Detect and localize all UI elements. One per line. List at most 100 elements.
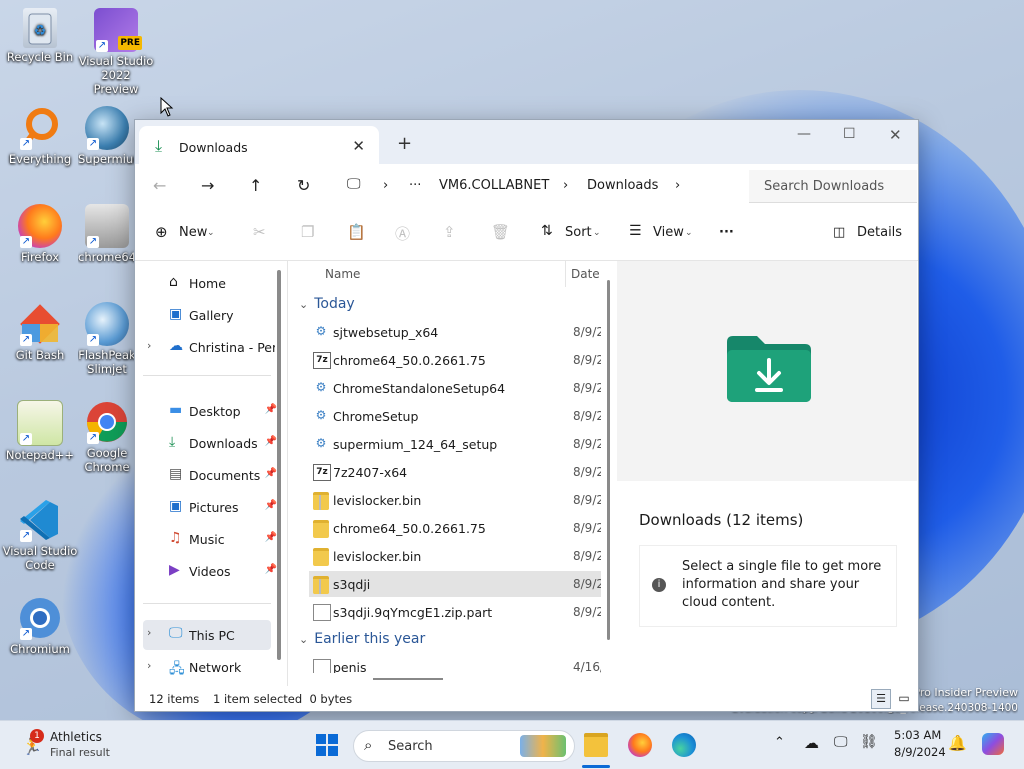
- file-row[interactable]: 7z chrome64_50.0.2661.75 8/9/2: [309, 347, 601, 373]
- close-window-button[interactable]: ✕: [889, 126, 902, 144]
- file-row[interactable]: ⚙ ChromeSetup 8/9/2: [309, 403, 601, 429]
- sidebar-item-music[interactable]: ♫ Music 📌: [143, 525, 277, 553]
- date-column-header[interactable]: Date: [571, 267, 600, 281]
- file-row[interactable]: levislocker.bin 8/9/2: [309, 487, 601, 513]
- start-button[interactable]: [315, 733, 339, 757]
- chevron-up-icon[interactable]: ⌃: [774, 735, 785, 750]
- file-row[interactable]: ⚙ ChromeStandaloneSetup64 8/9/2: [309, 375, 601, 401]
- sidebar-item-pictures[interactable]: ▣ Pictures 📌: [143, 493, 277, 521]
- group-header-today[interactable]: ⌄ Today: [299, 296, 355, 312]
- name-column-header[interactable]: Name: [325, 267, 360, 281]
- paste-icon[interactable]: 📋: [347, 223, 366, 241]
- sidebar-item-videos[interactable]: ▶ Videos 📌: [143, 557, 277, 585]
- details-view-button[interactable]: ☰: [871, 689, 891, 709]
- file-row[interactable]: 7z 7z2407-x64 8/9/2: [309, 459, 601, 485]
- desktop-icon-google-chrome[interactable]: ↗ Google Chrome: [78, 400, 136, 474]
- file-row[interactable]: s3qdji.9qYmcgE1.zip.part 8/9/2: [309, 599, 601, 625]
- chevron-right-icon[interactable]: ›: [675, 178, 680, 193]
- new-button[interactable]: New: [179, 225, 207, 240]
- tab-downloads[interactable]: ⤓ Downloads ✕: [139, 126, 379, 164]
- back-button[interactable]: ←: [153, 176, 166, 195]
- more-breadcrumbs-button[interactable]: ···: [409, 178, 421, 193]
- file-row[interactable]: chrome64_50.0.2661.75 8/9/2: [309, 515, 601, 541]
- edge-taskbar-icon[interactable]: [672, 733, 696, 757]
- horizontal-scrollbar[interactable]: [373, 678, 443, 680]
- desktop-icon-supermium[interactable]: ↗ Supermium: [78, 106, 136, 166]
- desktop-icon-chromium[interactable]: ↗ Chromium: [2, 596, 78, 656]
- sidebar-item-downloads[interactable]: ⤓ Downloads 📌: [143, 429, 277, 457]
- sidebar-item-desktop[interactable]: ▬ Desktop 📌: [143, 397, 277, 425]
- breadcrumb-downloads[interactable]: Downloads: [587, 178, 658, 193]
- refresh-button[interactable]: ↻: [297, 176, 310, 195]
- up-button[interactable]: ↑: [249, 176, 262, 195]
- desktop-icon-notepad-plus-plus[interactable]: ↗ Notepad++: [2, 400, 78, 462]
- search-input[interactable]: Search Downloads: [749, 170, 917, 203]
- desktop-icon-slimjet[interactable]: ↗ FlashPeak Slimjet: [78, 302, 136, 376]
- view-icon[interactable]: ☰: [629, 223, 642, 239]
- chevron-right-icon[interactable]: ›: [383, 178, 388, 193]
- onedrive-icon[interactable]: ☁: [804, 734, 819, 752]
- sidebar-item-gallery[interactable]: ▣ Gallery: [143, 301, 271, 329]
- minimize-button[interactable]: —: [797, 126, 811, 142]
- sidebar-item-network[interactable]: › 🖧 Network: [143, 653, 271, 681]
- desktop-icon-recycle-bin[interactable]: ♻ Recycle Bin: [2, 8, 78, 64]
- close-tab-button[interactable]: ✕: [352, 137, 365, 155]
- rename-icon[interactable]: Ⓐ: [395, 223, 410, 244]
- sidebar-item-home[interactable]: ⌂ Home: [143, 269, 271, 297]
- chevron-right-icon[interactable]: ›: [147, 339, 151, 352]
- pin-icon: 📌: [264, 500, 277, 511]
- tiles-view-button[interactable]: ▭: [895, 689, 913, 707]
- clock-date[interactable]: 8/9/2024: [894, 745, 946, 759]
- file-row[interactable]: levislocker.bin 8/9/2: [309, 543, 601, 569]
- group-header-earlier-this-year[interactable]: ⌄ Earlier this year: [299, 631, 425, 647]
- new-icon[interactable]: ⊕: [155, 223, 168, 241]
- file-list-scrollbar[interactable]: [607, 280, 610, 640]
- breadcrumb-vm6[interactable]: VM6.COLLABNET: [439, 178, 549, 193]
- desktop-icon-everything[interactable]: ↗ Everything: [2, 106, 78, 166]
- details-button[interactable]: Details: [857, 225, 902, 240]
- network-status-icon[interactable]: ⛓: [860, 734, 878, 750]
- share-icon[interactable]: ⇪: [443, 223, 456, 241]
- maximize-button[interactable]: ☐: [843, 126, 856, 142]
- copy-icon[interactable]: ❐: [301, 223, 314, 241]
- weather-widget[interactable]: 🏃 1 Athletics Final result: [22, 729, 122, 761]
- desktop-icon-chrome64[interactable]: ↗ chrome64: [78, 204, 136, 264]
- file-row[interactable]: ⚙ sjtwebsetup_x64 8/9/2: [309, 319, 601, 345]
- sort-icon[interactable]: ⇅: [541, 223, 553, 239]
- file-row-selected[interactable]: s3qdji 8/9/2: [309, 571, 601, 597]
- monitor-icon[interactable]: 🖵: [347, 176, 361, 192]
- column-divider[interactable]: [565, 261, 566, 287]
- display-icon[interactable]: 🖵: [834, 734, 848, 750]
- file-row[interactable]: penis 4/16/: [309, 654, 601, 674]
- gallery-icon: ▣: [169, 306, 183, 322]
- sidebar-item-onedrive[interactable]: › ☁ Christina - Personal: [143, 333, 275, 361]
- chevron-right-icon[interactable]: ›: [147, 626, 151, 639]
- delete-icon[interactable]: 🗑: [491, 223, 510, 241]
- more-options-button[interactable]: ···: [719, 225, 734, 240]
- firefox-taskbar-icon[interactable]: [628, 733, 652, 757]
- notification-bell-icon[interactable]: 🔔: [948, 734, 967, 752]
- details-pane-icon[interactable]: ◫: [833, 225, 845, 240]
- sidebar-item-documents[interactable]: ▤ Documents 📌: [143, 461, 277, 489]
- sidebar-item-this-pc[interactable]: › 🖵 This PC: [143, 620, 271, 650]
- desktop-icon-visual-studio-code[interactable]: ↗ Visual Studio Code: [2, 498, 78, 572]
- taskbar-search[interactable]: ⌕ Search: [353, 730, 575, 762]
- sort-button[interactable]: Sort: [565, 225, 592, 240]
- chevron-down-icon[interactable]: ⌄: [593, 228, 601, 238]
- chevron-right-icon[interactable]: ›: [563, 178, 568, 193]
- file-explorer-taskbar-icon[interactable]: [584, 733, 608, 757]
- file-row[interactable]: ⚙ supermium_124_64_setup 8/9/2: [309, 431, 601, 457]
- chevron-down-icon[interactable]: ⌄: [685, 228, 693, 238]
- chevron-down-icon[interactable]: ⌄: [207, 228, 215, 238]
- new-tab-button[interactable]: +: [397, 133, 412, 154]
- nav-scrollbar[interactable]: [277, 270, 281, 660]
- desktop-icon-git-bash[interactable]: ↗ Git Bash: [2, 302, 78, 362]
- cut-icon[interactable]: ✂: [253, 223, 266, 241]
- forward-button[interactable]: →: [201, 176, 214, 195]
- desktop-icon-firefox[interactable]: ↗ Firefox: [2, 204, 78, 264]
- copilot-icon[interactable]: [982, 733, 1004, 755]
- view-button[interactable]: View: [653, 225, 684, 240]
- desktop-icon-visual-studio-2022-preview[interactable]: ↗ PRE Visual Studio 2022 Preview: [78, 8, 154, 96]
- clock-time[interactable]: 5:03 AM: [894, 728, 941, 742]
- chevron-right-icon[interactable]: ›: [147, 659, 151, 672]
